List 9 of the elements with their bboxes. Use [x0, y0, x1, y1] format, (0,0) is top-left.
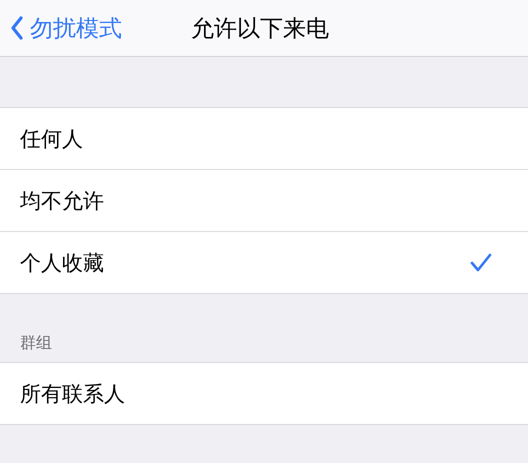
option-row[interactable]: 所有联系人	[0, 363, 528, 424]
option-row[interactable]: 均不允许	[0, 170, 528, 232]
option-row[interactable]: 任何人	[0, 108, 528, 170]
option-row[interactable]: 个人收藏	[0, 232, 528, 293]
chevron-left-icon	[10, 15, 24, 41]
section-header: 群组	[20, 333, 52, 354]
screen-title: 允许以下来电	[191, 14, 329, 44]
back-button[interactable]: 勿扰模式	[0, 12, 122, 44]
checkmark-icon	[470, 252, 492, 272]
